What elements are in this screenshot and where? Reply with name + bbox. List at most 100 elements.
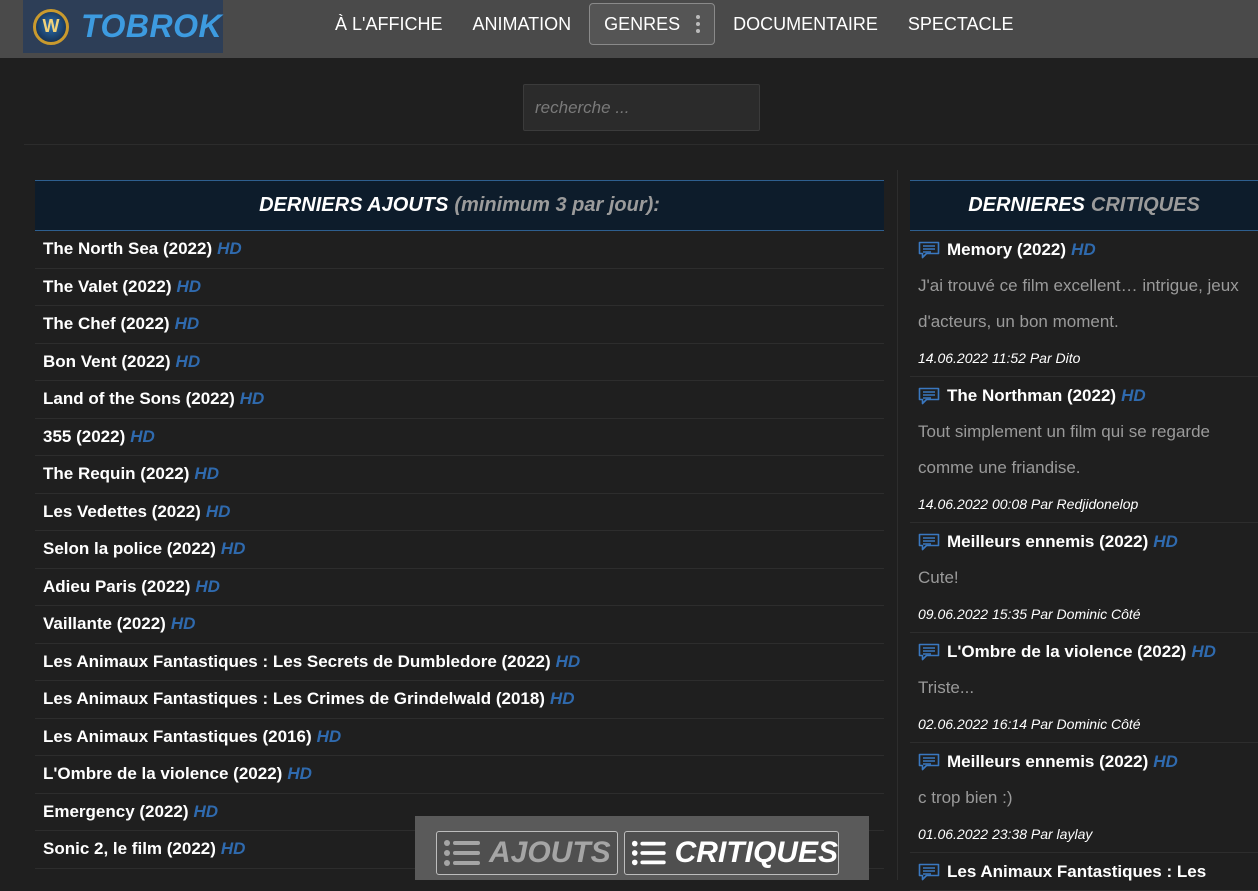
nav-item-genres-label: GENRES (604, 13, 681, 34)
movie-list-item[interactable]: The Chef (2022) HD (35, 306, 884, 344)
latest-reviews-panel: DERNIERES CRITIQUES Memory (2022) HD J'ai … (910, 180, 1258, 891)
hd-badge: HD (287, 764, 312, 784)
hd-badge: HD (205, 501, 231, 521)
logo-emblem-icon: W (33, 8, 69, 45)
logo-text: TOBROK (81, 8, 223, 44)
latest-reviews-heading: DERNIERES CRITIQUES (910, 180, 1258, 231)
hd-badge: HD (1071, 240, 1096, 259)
ajouts-button[interactable]: AJOUTS (436, 831, 618, 875)
nav-item-animation[interactable]: ANIMATION (457, 3, 586, 45)
hd-badge: HD (175, 351, 201, 371)
ajouts-button-label: AJOUTS (489, 836, 611, 869)
nav-item-documentaire[interactable]: DOCUMENTAIRE (718, 3, 893, 45)
site-logo[interactable]: W TOBROK (23, 0, 223, 53)
top-navbar: W TOBROK À L'AFFICHE ANIMATION GENRES DO… (0, 0, 1258, 58)
comment-icon (918, 387, 940, 405)
movie-title: Les Animaux Fantastiques : Les Crimes de… (43, 689, 545, 709)
movie-title: 355 (2022) (43, 426, 126, 446)
nav-item-a-l-affiche[interactable]: À L'AFFICHE (320, 3, 457, 45)
hd-badge: HD (217, 239, 242, 259)
review-movie-title: The Northman (2022) (947, 386, 1117, 405)
movie-title: The Chef (2022) (43, 314, 170, 334)
movie-title: L'Ombre de la violence (2022) (43, 764, 283, 784)
review-item: L'Ombre de la violence (2022) HD Triste...… (910, 634, 1258, 743)
review-movie-link[interactable]: Meilleurs ennemis (2022) HD (918, 744, 1258, 780)
hd-badge: HD (1153, 752, 1178, 771)
movie-list-item[interactable]: The Requin (2022) HD (35, 456, 884, 494)
movie-title: Emergency (2022) (43, 801, 189, 821)
nav-item-spectacle[interactable]: SPECTACLE (893, 3, 1029, 45)
movie-list-item[interactable]: 355 (2022) HD (35, 419, 884, 456)
movie-list-item[interactable]: Selon la police (2022) HD (35, 531, 884, 569)
review-meta: 01.06.2022 23:38 Par laylay (918, 826, 1093, 842)
movie-list-item[interactable]: Les Vedettes (2022) HD (35, 494, 884, 531)
movie-list-item[interactable]: Bon Vent (2022) HD (35, 344, 884, 381)
comment-icon (918, 643, 940, 661)
movie-title: Vaillante (2022) (43, 614, 166, 634)
hd-badge: HD (220, 539, 246, 559)
review-movie-link[interactable]: Les Animaux Fantastiques : Les (918, 854, 1258, 890)
review-list: Memory (2022) HD J'ai trouvé ce film excel… (910, 232, 1258, 891)
movie-list-item[interactable]: Adieu Paris (2022) HD (35, 569, 884, 606)
review-movie-link[interactable]: The Northman (2022) HD (918, 378, 1258, 414)
hd-badge: HD (239, 389, 265, 409)
review-movie-link[interactable]: Meilleurs ennemis (2022) HD (918, 524, 1258, 560)
hd-badge: HD (549, 689, 575, 709)
comment-icon (918, 533, 940, 551)
review-text: J'ai trouvé ce film excellent… intrigue,… (918, 276, 1239, 331)
movie-title: Bon Vent (2022) (43, 351, 171, 371)
column-divider (897, 170, 898, 880)
hd-badge: HD (193, 801, 219, 821)
review-item: The Northman (2022) HD Tout simplement un … (910, 378, 1258, 523)
reviews-heading-sub: CRITIQUES (1090, 194, 1200, 216)
list-icon (444, 840, 480, 866)
hd-badge: HD (130, 426, 155, 446)
hd-badge: HD (1153, 532, 1178, 551)
movie-list-item[interactable]: Land of the Sons (2022) HD (35, 381, 884, 419)
critiques-button-label: CRITIQUES (674, 836, 838, 869)
review-item: Meilleurs ennemis (2022) HD Cute! 09.06.202… (910, 524, 1258, 633)
comment-icon (918, 753, 940, 771)
movie-title: The North Sea (2022) (43, 239, 213, 259)
hd-badge: HD (220, 839, 246, 859)
search-section (24, 58, 1258, 145)
hd-badge: HD (195, 576, 220, 596)
movie-list-item[interactable]: Les Animaux Fantastiques : Les Secrets d… (35, 644, 884, 681)
movie-title: Les Vedettes (2022) (43, 501, 201, 521)
review-movie-title: Memory (2022) (947, 240, 1067, 259)
latest-movie-list: The North Sea (2022) HD The Valet (2022) HD… (35, 231, 884, 869)
movie-list-item[interactable]: The North Sea (2022) HD (35, 231, 884, 269)
reviews-heading-main: DERNIERES (968, 194, 1085, 216)
review-movie-title: Meilleurs ennemis (2022) (947, 532, 1149, 551)
main-nav: À L'AFFICHE ANIMATION GENRES DOCUMENTAIR… (320, 0, 1029, 48)
movie-list-item[interactable]: Les Animaux Fantastiques : Les Crimes de… (35, 681, 884, 719)
list-icon (631, 840, 666, 866)
review-movie-link[interactable]: L'Ombre de la violence (2022) HD (918, 634, 1258, 670)
nav-item-genres[interactable]: GENRES (589, 3, 716, 45)
movie-list-item[interactable]: Les Animaux Fantastiques (2016) HD (35, 719, 884, 756)
hd-badge: HD (176, 276, 202, 296)
review-text: c trop bien :) (918, 788, 1013, 807)
review-movie-link[interactable]: Memory (2022) HD (918, 232, 1258, 268)
latest-additions-heading: DERNIERS AJOUTS (minimum 3 par jour): (35, 180, 884, 231)
review-item: Meilleurs ennemis (2022) HD c trop bien :)… (910, 744, 1258, 853)
movie-list-item[interactable]: Vaillante (2022) HD (35, 606, 884, 644)
movie-title: Sonic 2, le film (2022) (43, 839, 216, 859)
search-input[interactable] (523, 84, 760, 131)
latest-heading-main: DERNIERS AJOUTS (259, 194, 449, 216)
hd-badge: HD (194, 464, 219, 484)
movie-list-item[interactable]: The Valet (2022) HD (35, 269, 884, 306)
hd-badge: HD (1121, 386, 1146, 405)
hd-badge: HD (555, 651, 581, 671)
movie-title: Les Animaux Fantastiques (2016) (43, 726, 312, 746)
movie-title: The Valet (2022) (43, 276, 172, 296)
review-meta: 09.06.2022 15:35 Par Dominic Côté (918, 606, 1141, 622)
hd-badge: HD (170, 614, 196, 634)
movie-list-item[interactable]: L'Ombre de la violence (2022) HD (35, 756, 884, 794)
critiques-button[interactable]: CRITIQUES (624, 831, 839, 875)
review-movie-title: Meilleurs ennemis (2022) (947, 752, 1149, 771)
review-meta: 14.06.2022 11:52 Par Dito (918, 350, 1081, 366)
latest-additions-panel: DERNIERS AJOUTS (minimum 3 par jour): Th… (35, 180, 884, 869)
comment-icon (918, 241, 940, 259)
review-text: Cute! (918, 568, 959, 587)
